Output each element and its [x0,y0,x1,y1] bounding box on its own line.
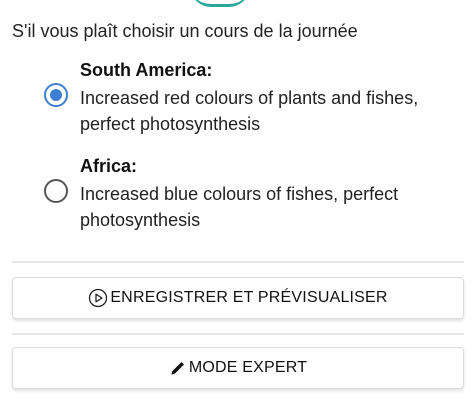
pencil-icon [169,359,187,377]
save-and-preview-label: ENREGISTRER ET PRÉVISUALISER [110,289,388,306]
expert-mode-button[interactable]: MODE EXPERT [12,347,464,389]
course-selection-page: S'il vous plaît choisir un cours de la j… [0,0,476,400]
divider [12,261,464,263]
option-title: Africa: [80,156,138,176]
save-and-preview-button[interactable]: ENREGISTRER ET PRÉVISUALISER [12,277,464,319]
option-title: South America: [80,60,213,80]
option-description: Increased red colours of plants and fish… [80,88,419,134]
top-accent-arc [190,0,250,7]
expert-mode-label: MODE EXPERT [188,359,308,376]
radio-button-selected[interactable] [44,83,68,107]
play-circle-icon [88,288,108,308]
radio-button[interactable] [44,179,68,203]
question-prompt: S'il vous plaît choisir un cours de la j… [12,21,358,41]
divider [12,333,464,335]
option-description: Increased blue colours of fishes, perfec… [80,184,399,230]
